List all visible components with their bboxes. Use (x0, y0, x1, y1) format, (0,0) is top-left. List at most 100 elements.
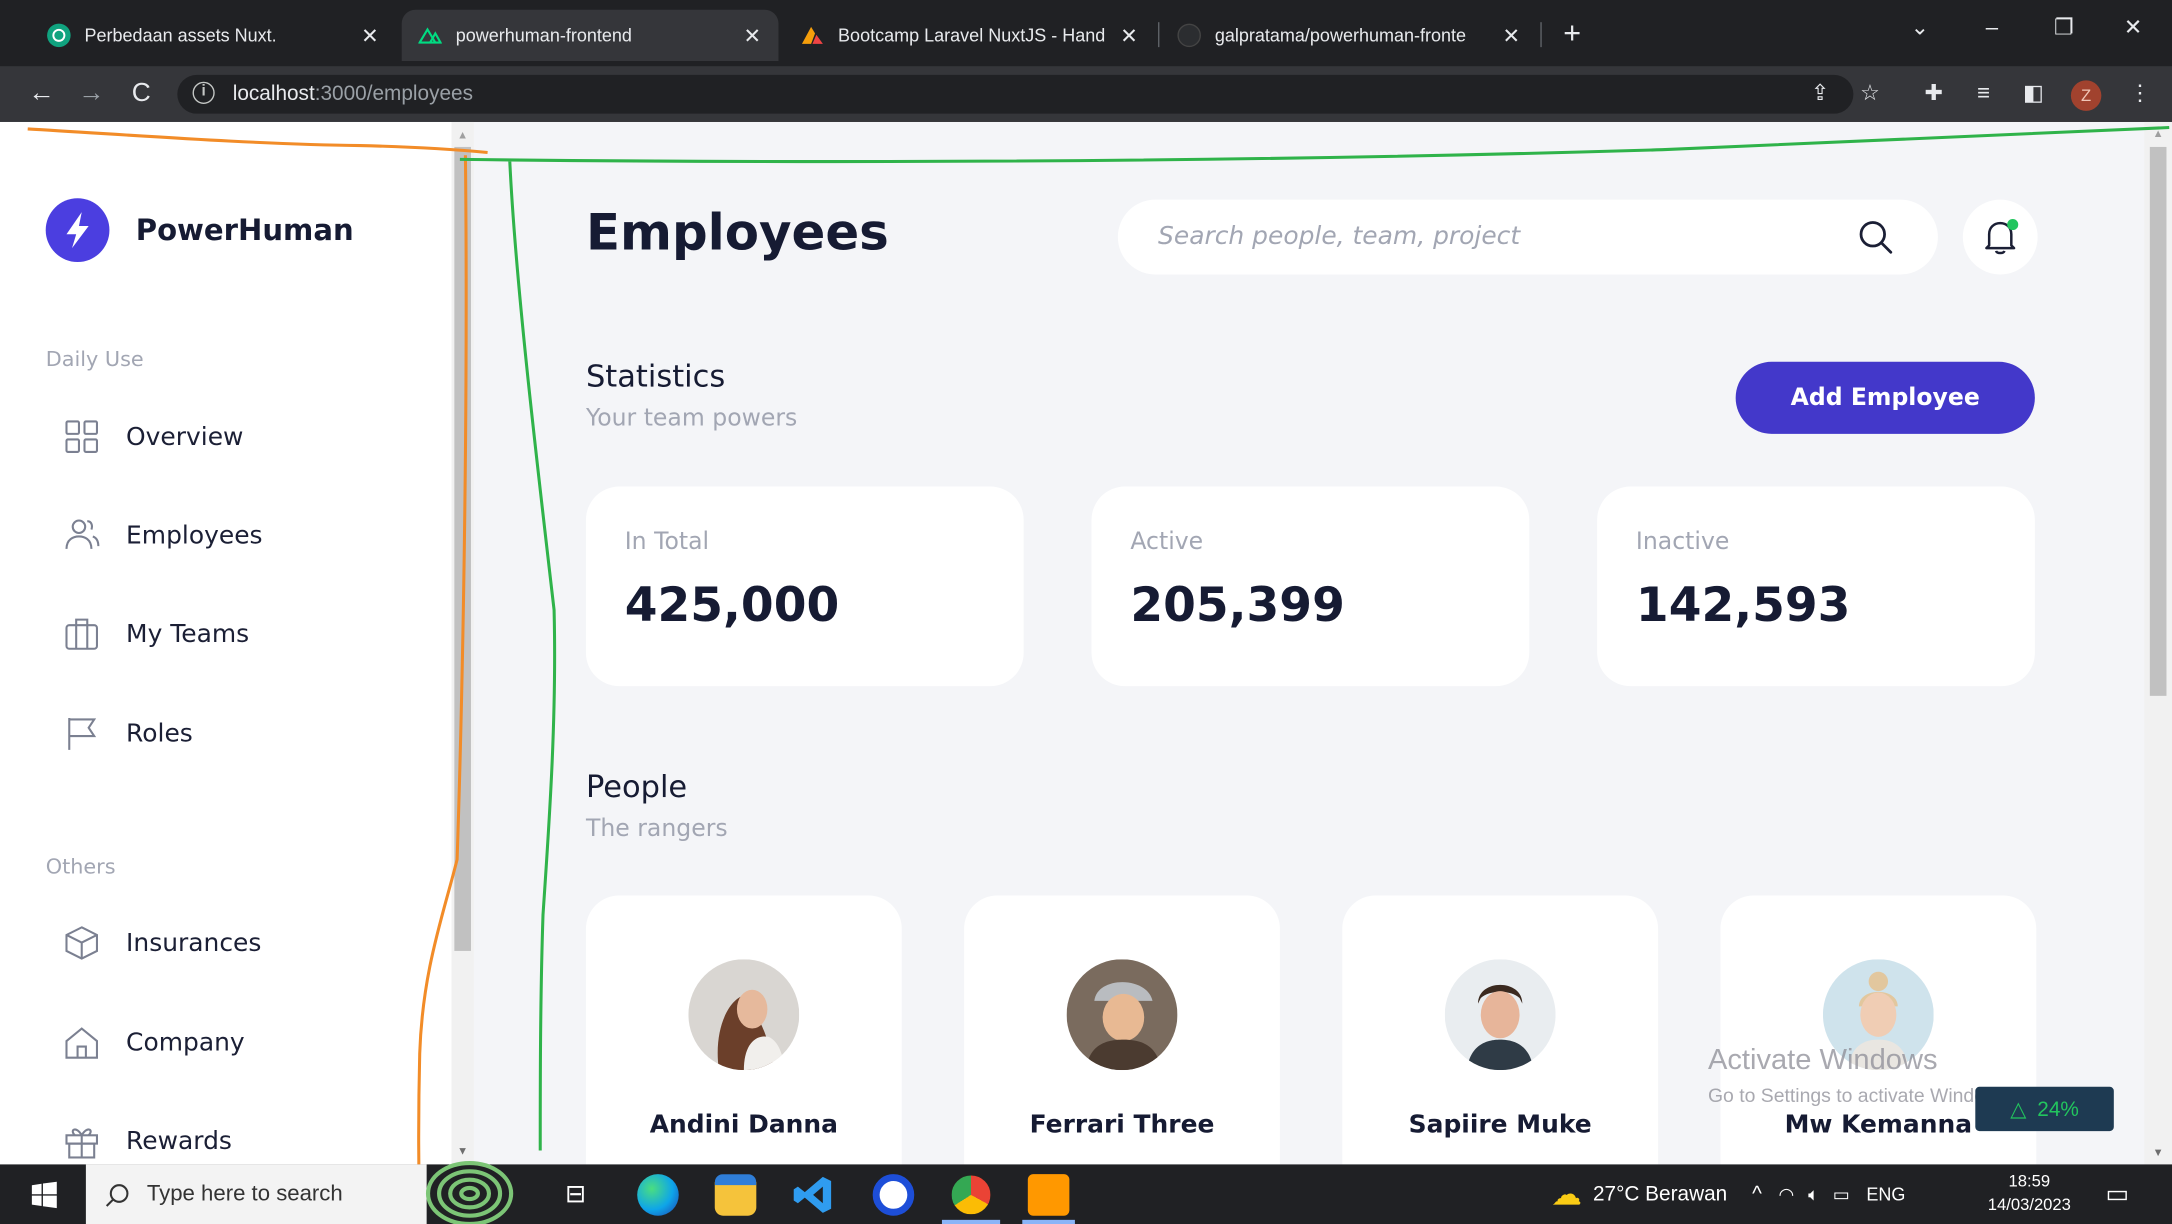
clock-time: 18:59 (2008, 1171, 2051, 1191)
powerhuman-logo (45, 198, 110, 262)
site-info-icon[interactable]: i (192, 81, 215, 104)
person-name: Sapiire Muke (1408, 1110, 1592, 1140)
scroll-down-arrow-icon[interactable]: ▼ (2153, 1146, 2164, 1158)
close-tab-icon[interactable]: ✕ (740, 23, 765, 48)
warning-triangle-icon: △ (2010, 1097, 2027, 1122)
stat-card-active: Active 205,399 (1091, 486, 1530, 687)
page-title: Employees (585, 205, 889, 262)
tab-search-chevron-icon[interactable]: ⌄ (1906, 14, 1934, 44)
search-icon[interactable] (1858, 219, 1894, 255)
minimize-button[interactable]: – (1978, 14, 2006, 44)
sidebar-item-label: Company (126, 1027, 245, 1057)
chrome-app-icon[interactable] (950, 1174, 992, 1216)
sidebar-item-label: Rewards (126, 1126, 232, 1156)
scrollbar-thumb[interactable] (454, 146, 471, 951)
sidebar-item-my-teams[interactable]: My Teams (62, 610, 422, 657)
windows-start-icon[interactable] (30, 1181, 58, 1209)
sidebar-item-label: Overview (126, 422, 244, 452)
taskbar-search-box[interactable]: Type here to search (85, 1164, 427, 1224)
bookmark-star-icon[interactable]: ☆ (1856, 80, 1884, 108)
file-explorer-icon[interactable] (714, 1174, 757, 1216)
watermark-subtitle: Go to Settings to activate Windows. (1707, 1084, 2015, 1107)
reading-list-icon[interactable]: ≡ (1970, 80, 1998, 108)
share-icon[interactable]: ⇪ (1806, 80, 1834, 108)
sidebar-item-insurances[interactable]: Insurances (62, 919, 422, 966)
person-card[interactable]: Ferrari Three (964, 895, 1280, 1165)
task-view-icon[interactable]: ⊟ (565, 1180, 586, 1209)
network-usage-value: 24% (2037, 1097, 2079, 1121)
wifi-icon[interactable]: ◠ (1779, 1183, 1795, 1205)
address-bar[interactable]: i localhost:3000/employees (177, 74, 1854, 114)
stat-card-inactive: Inactive 142,593 (1597, 486, 2035, 687)
close-tab-icon[interactable]: ✕ (1116, 23, 1141, 48)
notification-button[interactable] (1962, 199, 2038, 275)
extensions-icon[interactable]: ✚ (1920, 80, 1948, 108)
search-input[interactable]: Search people, team, project (1117, 199, 1938, 275)
gift-icon (65, 1128, 99, 1159)
scroll-up-arrow-icon[interactable]: ▲ (457, 129, 468, 141)
sidebar-item-company[interactable]: Company (62, 1019, 422, 1066)
taskbar-search-placeholder: Type here to search (146, 1181, 343, 1206)
person-card[interactable]: Andini Danna (585, 895, 902, 1165)
vscode-app-icon[interactable] (792, 1174, 834, 1216)
sidebar-item-label: Employees (126, 520, 263, 550)
battery-icon[interactable]: ▭ (1833, 1183, 1850, 1205)
side-panel-icon[interactable]: ◧ (2020, 80, 2048, 108)
home-icon (65, 1027, 99, 1059)
openai-icon (47, 23, 71, 48)
menu-icon[interactable]: ⋮ (2126, 80, 2154, 108)
stat-card-total: In Total 425,000 (585, 486, 1024, 687)
clock[interactable]: 18:59 14/03/2023 (1978, 1170, 2081, 1217)
person-avatar (1444, 959, 1556, 1071)
scroll-up-arrow-icon[interactable]: ▲ (2153, 128, 2164, 140)
add-employee-button[interactable]: Add Employee (1735, 361, 2035, 434)
person-card[interactable]: Sapiire Muke (1342, 895, 1659, 1165)
profile-avatar[interactable]: Z (2070, 80, 2102, 111)
chevron-up-icon[interactable]: ^ (1752, 1182, 1762, 1206)
weather-icon[interactable]: ☁ (1551, 1176, 1581, 1212)
browser-tab[interactable]: Bootcamp Laravel NuxtJS - Hand ✕ (784, 10, 1155, 61)
scroll-down-arrow-icon[interactable]: ▼ (457, 1145, 468, 1157)
new-tab-button[interactable]: + (1557, 17, 1587, 48)
sidebar-item-roles[interactable]: Roles (62, 710, 422, 757)
restore-button[interactable]: ❐ (2050, 14, 2078, 44)
back-button[interactable]: ← (25, 78, 58, 111)
tab-title: Bootcamp Laravel NuxtJS - Hand (838, 24, 1106, 46)
browser-tab-active[interactable]: powerhuman-frontend ✕ (401, 9, 779, 61)
watermark-title: Activate Windows (1707, 1043, 1938, 1076)
page-scrollbar[interactable]: ▲ ▼ (2144, 121, 2172, 1165)
close-tab-icon[interactable]: ✕ (1499, 23, 1524, 48)
url-text: localhost:3000/employees (232, 81, 473, 106)
app-icon[interactable] (872, 1174, 915, 1216)
browser-tab[interactable]: Perbedaan assets Nuxt. ✕ (30, 10, 396, 61)
network-usage-widget[interactable]: △ 24% (1975, 1086, 2114, 1132)
browser-tab[interactable]: galpratama/powerhuman-fronte ✕ (1161, 10, 1538, 61)
browser-toolbar: ← → C i localhost:3000/employees ⇪ ☆ ✚ ≡… (0, 66, 2172, 122)
sidebar-item-rewards[interactable]: Rewards (62, 1117, 422, 1164)
sidebar-item-employees[interactable]: Employees (62, 512, 422, 559)
scrollbar-thumb[interactable] (2149, 146, 2167, 696)
person-avatar (688, 959, 800, 1071)
sidebar-item-overview[interactable]: Overview (62, 413, 422, 460)
weather-text[interactable]: 27°C Berawan (1593, 1182, 1727, 1206)
flag-icon (68, 718, 97, 750)
close-window-button[interactable]: ✕ (2119, 14, 2147, 44)
edge-app-icon[interactable] (637, 1174, 679, 1216)
notification-dot (2007, 219, 2019, 231)
sidebar-scrollbar[interactable]: ▲ ▼ (451, 121, 474, 1165)
language-indicator[interactable]: ENG (1866, 1184, 1905, 1205)
volume-icon[interactable]: 🔈︎ (1808, 1183, 1819, 1205)
tab-separator (1540, 22, 1542, 48)
system-tray: ☁ 27°C Berawan ^ ◠ 🔈︎ ▭ ENG (1551, 1164, 1905, 1224)
notifications-icon[interactable]: ▭ (2106, 1180, 2130, 1209)
sublime-app-icon[interactable] (1027, 1174, 1070, 1216)
reload-button[interactable]: C (125, 78, 158, 111)
brand-name: PowerHuman (135, 213, 354, 247)
box-icon (65, 926, 99, 960)
people-title: People (585, 770, 688, 806)
close-tab-icon[interactable]: ✕ (357, 23, 382, 48)
teams-icon (65, 618, 99, 650)
forward-button[interactable]: → (75, 78, 108, 111)
search-placeholder: Search people, team, project (1158, 221, 1521, 251)
cortana-fingerprint-icon[interactable] (424, 1159, 515, 1224)
